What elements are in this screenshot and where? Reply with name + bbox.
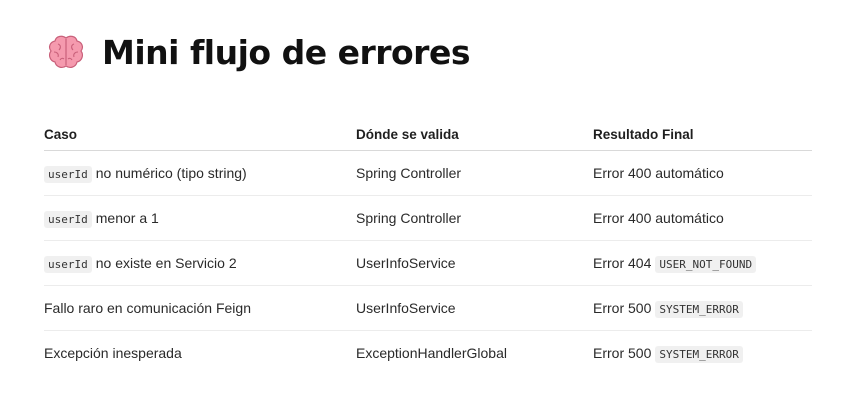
cell-caso: userId no existe en Servicio 2 [44, 240, 356, 286]
cell-donde: UserInfoService [356, 285, 593, 331]
cell-text: Error 400 automático [593, 165, 724, 181]
cell-donde: ExceptionHandlerGlobal [356, 345, 507, 361]
inline-code: userId [44, 211, 92, 228]
inline-code: SYSTEM_ERROR [655, 301, 743, 318]
cell-resultado: Error 400 automático [593, 195, 812, 241]
inline-code: SYSTEM_ERROR [655, 346, 743, 363]
cell-donde: UserInfoService [356, 240, 593, 286]
cell-caso: Fallo raro en comunicación Feign [44, 285, 356, 331]
column-header-caso: Caso [44, 118, 356, 151]
column-header-resultado: Resultado Final [593, 118, 812, 151]
cell-resultado: Error 500 SYSTEM_ERROR [593, 285, 812, 331]
cell-text: Error 500 [593, 300, 652, 316]
cell-donde: Spring Controller [356, 195, 593, 241]
cell-resultado: Error 404 USER_NOT_FOUND [593, 240, 812, 286]
table-row: userId menor a 1 Spring Controller Error … [44, 195, 812, 241]
cell-text: Error 404 [593, 255, 652, 271]
table-row: userId no numérico (tipo string) Spring C… [44, 150, 812, 196]
page-title-text: Mini flujo de errores [102, 32, 470, 72]
document: Mini flujo de errores Caso Dónde se vali… [44, 28, 812, 363]
cell-text: menor a 1 [95, 210, 159, 226]
brain-icon [49, 35, 83, 68]
page-title: Mini flujo de errores [44, 28, 812, 76]
cell-caso: Excepción inesperada [44, 345, 182, 361]
cell-text: Error 400 automático [593, 210, 724, 226]
column-header-donde: Dónde se valida [356, 118, 593, 151]
errors-table: Caso Dónde se valida Resultado Final use… [44, 118, 812, 375]
table-row: userId no existe en Servicio 2 UserInfoSe… [44, 240, 812, 286]
inline-code: USER_NOT_FOUND [655, 256, 757, 273]
table-row: Excepción inesperada ExceptionHandlerGlo… [44, 331, 812, 376]
cell-caso: userId menor a 1 [44, 195, 356, 241]
inline-code: userId [44, 256, 92, 273]
cell-donde: Spring Controller [356, 150, 593, 196]
cell-text: no numérico (tipo string) [95, 165, 247, 181]
inline-code: userId [44, 166, 92, 183]
cell-caso: userId no numérico (tipo string) [44, 150, 356, 196]
table-row: Fallo raro en comunicación Feign UserInf… [44, 285, 812, 331]
cell-text: Error 500 [593, 345, 652, 361]
table-header-row: Caso Dónde se valida Resultado Final [44, 118, 812, 151]
cell-resultado: Error 400 automático [593, 150, 812, 196]
cell-resultado: Error 500 SYSTEM_ERROR [593, 331, 812, 376]
cell-text: no existe en Servicio 2 [95, 255, 237, 271]
